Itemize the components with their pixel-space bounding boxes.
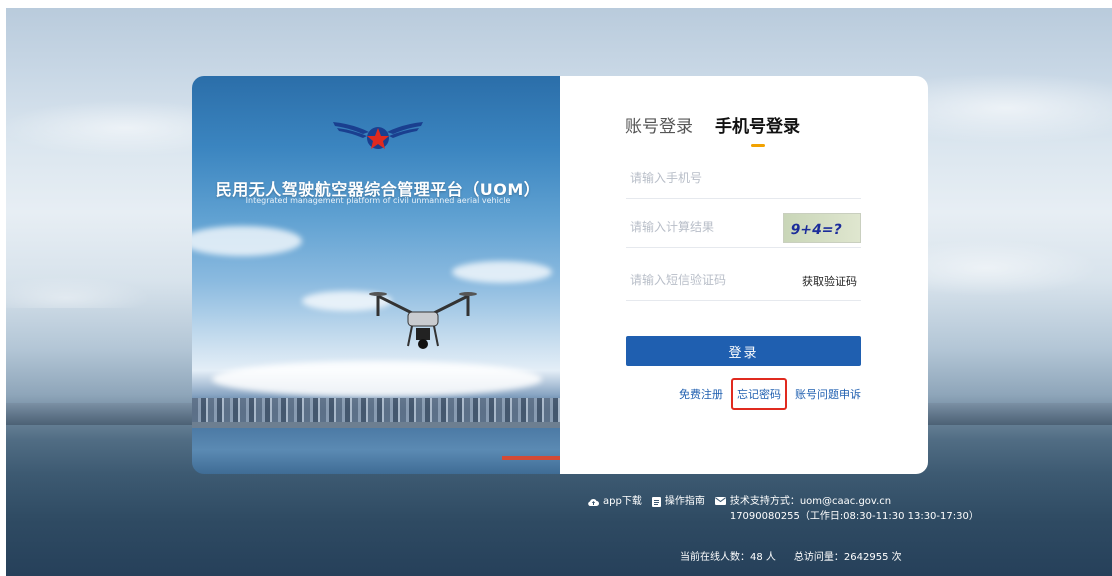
calc-result-input[interactable] <box>626 219 792 235</box>
logo-wings-icon <box>333 122 423 149</box>
sms-field: 获取验证码 <box>626 260 861 301</box>
document-icon <box>651 496 661 507</box>
calc-field: 9+4=? <box>626 207 861 248</box>
footer-info: app下载 操作指南 技术支持方式：uom@caac.gov.cn 170900… <box>588 494 979 524</box>
cloud-upload-icon <box>588 498 599 506</box>
tab-phone-login[interactable]: 手机号登录 <box>715 112 800 147</box>
support-info: 技术支持方式：uom@caac.gov.cn 17090080255（工作日:0… <box>714 494 979 524</box>
phone-input[interactable] <box>626 170 792 186</box>
mail-icon <box>714 497 726 505</box>
login-links: 免费注册 忘记密码 账号问题申诉 <box>626 378 861 410</box>
svg-text:9+4=?: 9+4=? <box>789 222 843 238</box>
forgot-password-link[interactable]: 忘记密码 <box>731 378 787 410</box>
captcha-text: 9+4=? <box>789 222 843 238</box>
guide-label: 操作指南 <box>664 496 705 507</box>
guide-link[interactable]: 操作指南 <box>651 494 705 509</box>
support-email: 技术支持方式：uom@caac.gov.cn <box>729 496 892 507</box>
login-card: 账号登录 手机号登录 9+4=? 获取验证码 登录 免费注册 忘记密码 账号问题… <box>560 76 928 474</box>
account-appeal-link[interactable]: 账号问题申诉 <box>795 386 861 402</box>
online-users-count: 当前在线人数：48 人 <box>680 552 776 563</box>
drone-illustration <box>369 292 477 349</box>
tab-account-login[interactable]: 账号登录 <box>625 112 693 137</box>
hero-panel: 民用无人驾驶航空器综合管理平台（UOM） Integrated manageme… <box>192 76 564 474</box>
register-link[interactable]: 免费注册 <box>679 386 723 402</box>
app-download-label: app下载 <box>603 496 642 507</box>
platform-subtitle: Integrated management platform of civil … <box>245 196 511 205</box>
login-button[interactable]: 登录 <box>626 336 861 366</box>
app-download-link[interactable]: app下载 <box>588 494 642 509</box>
captcha-image[interactable]: 9+4=? <box>783 213 861 243</box>
get-sms-code-button[interactable]: 获取验证码 <box>802 273 857 289</box>
support-phone-hours: 17090080255（工作日:08:30-11:30 13:30-17:30） <box>729 511 979 522</box>
city-skyline <box>192 398 564 424</box>
login-tabs: 账号登录 手机号登录 <box>625 112 800 147</box>
sms-code-input[interactable] <box>626 272 792 288</box>
phone-field <box>626 158 861 199</box>
total-visits-count: 总访问量：2642955 次 <box>793 552 902 563</box>
footer-stats: 当前在线人数：48 人 总访问量：2642955 次 <box>680 548 902 563</box>
